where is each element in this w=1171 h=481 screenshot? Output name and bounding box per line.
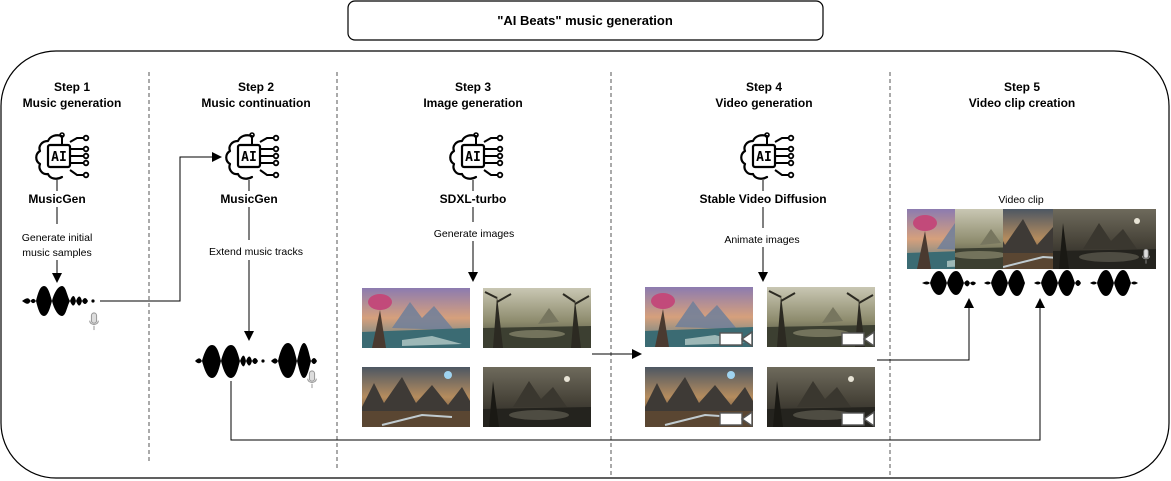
step-2-audio-waveform-icon	[195, 343, 317, 378]
generated-image-2	[483, 288, 591, 348]
microphone-icon	[89, 312, 99, 331]
step-4-animated-videos	[645, 287, 875, 427]
ai-brain-chip-icon	[740, 132, 795, 180]
step-2-header: Step 2 Music continuation	[201, 80, 310, 110]
step-3-header: Step 3 Image generation	[423, 80, 522, 110]
ai-brain-chip-icon	[449, 132, 504, 180]
ai-brain-chip-icon	[225, 132, 280, 180]
step-2-caption: Extend music tracks	[209, 246, 303, 258]
step-1-name: Music generation	[23, 96, 122, 110]
microphone-icon	[307, 370, 317, 389]
generated-image-3	[362, 367, 470, 427]
step-2-model: MusicGen	[220, 192, 277, 206]
step-4-label: Step 4	[746, 80, 782, 94]
step-3-name: Image generation	[423, 96, 522, 110]
step-5-header: Step 5 Video clip creation	[969, 80, 1075, 110]
step-5-label: Step 5	[1004, 80, 1040, 94]
ai-brain-chip-icon	[35, 132, 90, 180]
step-1-model: MusicGen	[28, 192, 85, 206]
arrow-music-to-step5	[230, 298, 1045, 441]
generated-image-4	[483, 367, 591, 427]
ai-beats-diagram: AI	[0, 0, 1171, 481]
step-5-name: Video clip creation	[969, 96, 1075, 110]
step-3-generated-images	[362, 288, 591, 427]
step-3-model: SDXL-turbo	[440, 192, 507, 206]
video-clip-audio-waveform-icon	[922, 270, 1138, 296]
diagram-title: "AI Beats" music generation	[497, 13, 673, 28]
video-clip-filmstrip	[907, 209, 1156, 269]
video-clip-label: Video clip	[998, 194, 1043, 206]
step-3-label: Step 3	[455, 80, 491, 94]
title-box: "AI Beats" music generation	[347, 0, 824, 41]
step-3-caption: Generate images	[434, 228, 515, 240]
step-1-header: Step 1 Music generation	[23, 80, 122, 110]
step-1-audio-waveform-icon	[22, 286, 95, 316]
step-1-label: Step 1	[54, 80, 90, 94]
arrow-step4-to-step5	[877, 298, 974, 361]
connector-lines	[56, 180, 764, 240]
step-4-name: Video generation	[715, 96, 812, 110]
step-4-caption: Animate images	[724, 234, 799, 246]
step-2-label: Step 2	[238, 80, 274, 94]
step-4-model: Stable Video Diffusion	[699, 192, 826, 206]
generated-image-1	[362, 288, 470, 348]
step-2-name: Music continuation	[201, 96, 310, 110]
step-4-header: Step 4 Video generation	[715, 80, 812, 110]
arrow-step1-to-step2	[100, 152, 222, 302]
step-1-caption-line-2: music samples	[22, 247, 91, 259]
step-1-caption-line-1: Generate initial	[22, 232, 93, 244]
diagram-canvas: AI	[0, 0, 1170, 479]
